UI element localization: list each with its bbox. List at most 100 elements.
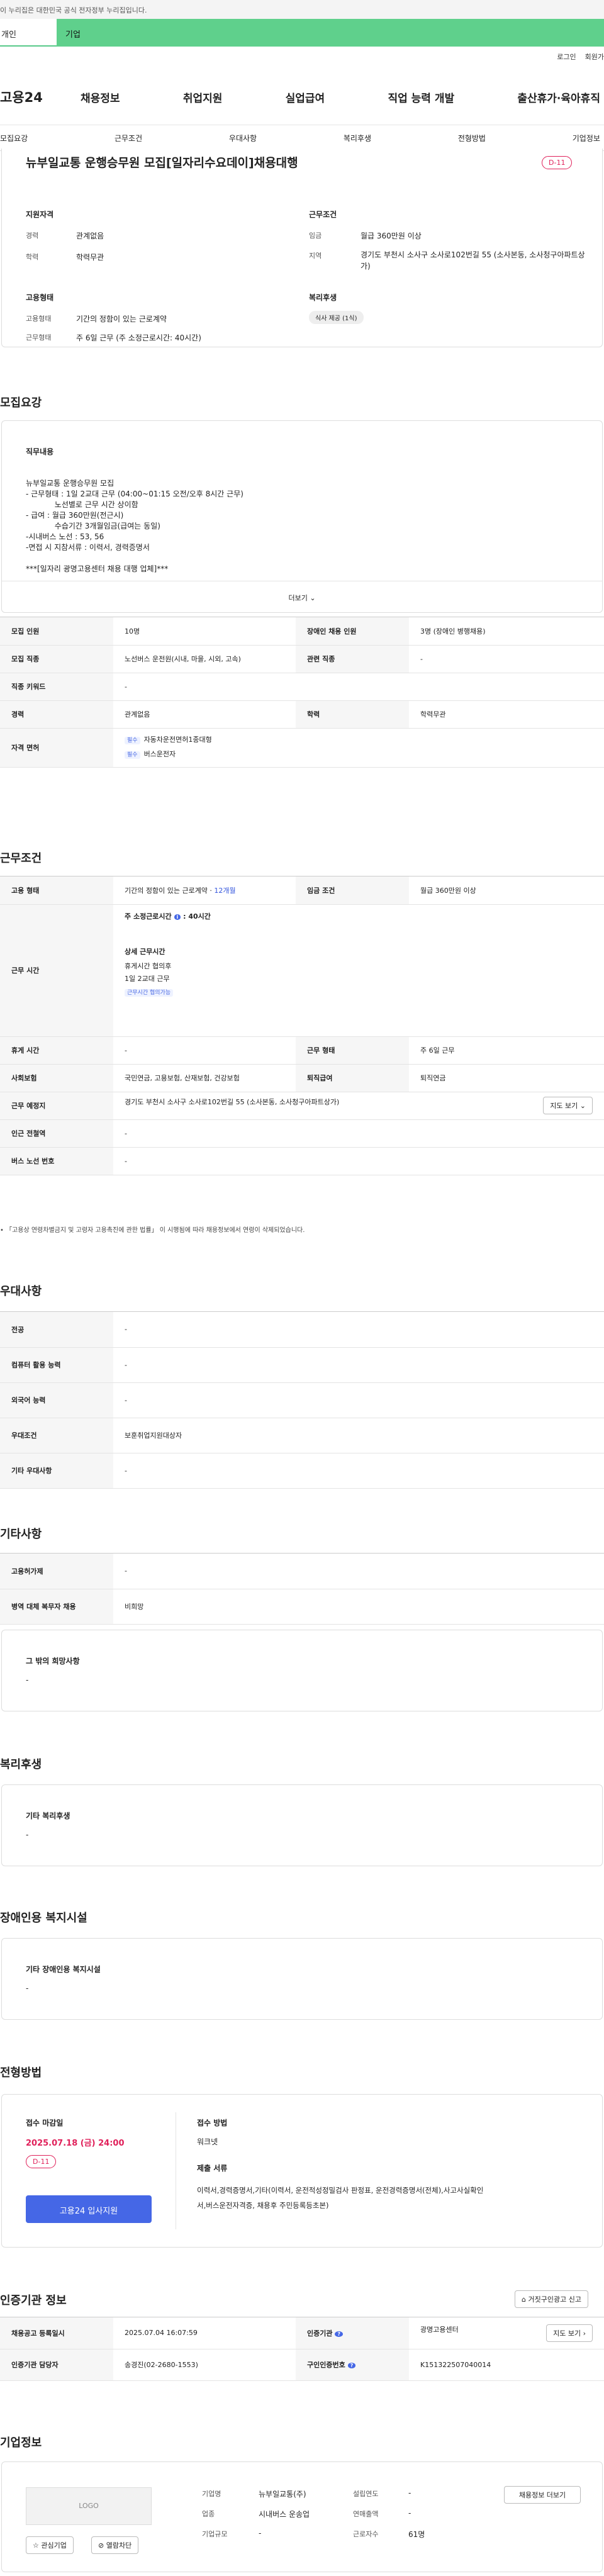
duty-line — [26, 553, 243, 564]
nav-item-unemployment-benefit[interactable]: 실업급여 — [286, 89, 325, 105]
duty-line: ***[일자리 광명고용센터 채용 대행 업체]*** — [26, 564, 169, 573]
other-wish-value: - — [26, 1676, 29, 1684]
more-button[interactable]: 더보기 ⌄ — [2, 581, 602, 612]
snb-recruit[interactable]: 모집요강 — [0, 133, 28, 150]
age-notice-text: 「고용상 연령차별금지 및 고령자 고용촉진에 관한 법률」 이 시행됨에 따라… — [6, 1227, 305, 1234]
snb-prefer[interactable]: 우대사항 — [229, 133, 257, 150]
company-section-title: 기업정보 — [0, 2436, 42, 2450]
hours-head-label: 주 소정근로시간 — [125, 912, 172, 921]
table-row: 채용공고 등록일시 2025.07.04 16:07:59 인증기관 ? 광명고용센터… — [0, 2317, 604, 2349]
emptype-label: 고용형태 — [26, 315, 52, 323]
recruit-table-wrap: 모집 인원 10명 장애인 채용 인원 3명 (장애인 병행채용) 모집 직종 노선버스… — [0, 617, 604, 768]
info-icon[interactable]: ? — [347, 2363, 356, 2368]
table-header: 자격 면허 — [0, 728, 113, 768]
company-logo: LOGO — [26, 2487, 152, 2525]
nav-item-employment-support[interactable]: 취업지원 — [183, 89, 223, 105]
table-header: 버스 노선 번호 — [0, 1147, 113, 1175]
duty-line: -시내버스 노선 : 53, 56 — [26, 532, 104, 541]
nav-item-jobs[interactable]: 채용정보 — [81, 89, 120, 105]
table-cell: 광명고용센터 지도 보기 › — [409, 2317, 604, 2349]
name-value: 뉴부일교통(주) — [259, 2490, 306, 2499]
size-value: - — [259, 2529, 262, 2538]
table-row: 인증기관 담당자 송경진(02-2680-1553) 구인인증번호 ? K151322… — [0, 2349, 604, 2381]
main-menu: 채용정보 취업지원 실업급여 직업 능력 개발 출산휴가·육아휴직 — [81, 89, 604, 105]
table-row: 근무 예정지 경기도 부천시 소사구 소사로102번길 55 (소사본동, 소사청… — [0, 1092, 604, 1120]
duty-card: 직무내용 뉴부일교통 운행승무원 모집 - 근무형태 : 1일 2교대 근무 (0… — [1, 420, 603, 613]
table-row: 경력 관계없음 학력 학력무관 — [0, 700, 604, 729]
table-cell: - — [113, 1554, 604, 1589]
dday-badge: D-11 — [542, 156, 573, 169]
docs-title: 제출 서류 — [197, 2164, 228, 2173]
table-row: 고용허가제 - — [0, 1554, 604, 1589]
company-card: LOGO ☆ 관심기업 ⊘ 열람차단 기업명 뉴부일교통(주) 업종 시내버스 … — [1, 2461, 603, 2572]
work-section-title: 근무조건 — [0, 852, 42, 865]
table-row: 휴게 시간 - 근무 형태 주 6일 근무 — [0, 1036, 604, 1065]
table-header: 학력 — [296, 700, 409, 729]
place-cell: 경기도 부천시 소사구 소사로102번길 55 (소사본동, 소사청구아파트상가… — [113, 1092, 604, 1120]
hours-head: 주 소정근로시간 i : 40시간 — [125, 912, 211, 921]
method-value: 워크넷 — [197, 2137, 218, 2146]
sales-value: - — [408, 2509, 411, 2517]
favorite-company-button[interactable]: ☆ 관심기업 — [26, 2536, 74, 2554]
table-header: 우대조건 — [0, 1418, 113, 1453]
block-button[interactable]: ⊘ 열람차단 — [91, 2536, 139, 2554]
report-button[interactable]: ⌂ 거짓구인광고 신고 — [515, 2290, 588, 2308]
table-cell: 기간의 정함이 있는 근로계약 · 12개월 — [113, 876, 296, 905]
snb-company[interactable]: 기업정보 — [573, 133, 600, 150]
snb-welfare[interactable]: 복리후생 — [344, 133, 371, 150]
apply-button[interactable]: 고용24 입사지원 — [26, 2195, 152, 2223]
more-label: 더보기 — [288, 594, 308, 602]
emp-value: 기간의 정함이 있는 근로계약 · — [125, 886, 215, 895]
table-row: 우대조건 보훈취업지원대상자 — [0, 1418, 604, 1453]
info-icon[interactable]: i — [174, 914, 181, 920]
place-value: 경기도 부천시 소사구 소사로102번길 55 (소사본동, 소사청구아파트상가… — [125, 1098, 340, 1106]
tab-company[interactable]: 기업 — [57, 19, 604, 47]
login-link[interactable]: 로그인 — [557, 52, 576, 62]
table-header: 퇴직급여 — [296, 1064, 409, 1092]
duty-line: -면접 시 지참서류 : 이력서, 경력증명서 — [26, 543, 150, 552]
duty-line: 노선별로 근무 시간 상이함 — [26, 500, 138, 509]
tab-personal[interactable]: 개인 — [0, 19, 57, 47]
table-header: 모집 인원 — [0, 617, 113, 646]
table-header: 경력 — [0, 700, 113, 729]
info-icon[interactable]: ? — [335, 2331, 343, 2337]
table-row: 컴퓨터 활용 능력 - — [0, 1347, 604, 1383]
gov-banner: 이 누리집은 대한민국 공식 전자정부 누리집입니다. — [0, 0, 604, 19]
etc-table-wrap: 고용허가제 - 병역 대체 복무자 채용 비희망 — [0, 1553, 604, 1625]
selection-section-title: 전형방법 — [0, 2066, 42, 2080]
site-logo[interactable]: 고용24 — [0, 87, 81, 106]
table-header: 구인인증번호 ? — [296, 2349, 409, 2381]
etc-table: 고용허가제 - 병역 대체 복무자 채용 비희망 — [0, 1554, 604, 1625]
org-label: 인증기관 — [307, 2329, 333, 2338]
table-row: 인근 전철역 - — [0, 1119, 604, 1148]
table-cell: - — [113, 1382, 604, 1418]
table-cell: 학력무관 — [409, 700, 604, 729]
recruit-section-title: 모집요강 — [0, 396, 42, 410]
table-row: 병역 대체 복무자 채용 비희망 — [0, 1589, 604, 1625]
selection-card: 접수 마감일 2025.07.18 (금) 24:00 D-11 고용24 입사… — [1, 2094, 603, 2248]
welfare-box-value: - — [26, 1830, 29, 1839]
table-cell: 퇴직연금 — [409, 1064, 604, 1092]
table-cell: 국민연금, 고용보험, 산재보험, 건강보험 — [113, 1064, 296, 1092]
docs-line: 서,버스운전자격증, 채용후 주민등록등초본) — [197, 2201, 329, 2210]
table-cell: 3명 (장애인 병행채용) — [409, 617, 604, 646]
wage-label: 임금 — [309, 232, 322, 240]
hours-cell: 주 소정근로시간 i : 40시간 상세 근무시간 휴게시간 협의후 1일 2교… — [113, 904, 604, 1037]
worktype-label: 근무형태 — [26, 333, 52, 342]
snb-selection[interactable]: 전형방법 — [458, 133, 486, 150]
company-jobs-button[interactable]: 채용정보 더보기 — [504, 2486, 581, 2504]
nav-item-leave[interactable]: 출산휴가·육아휴직 — [517, 89, 600, 105]
snb-work[interactable]: 근무조건 — [115, 133, 142, 150]
table-row: 모집 직종 노선버스 운전원(시내, 마을, 시외, 고속) 관련 직종 - — [0, 645, 604, 673]
nav-item-training[interactable]: 직업 능력 개발 — [388, 89, 454, 105]
prefer-table: 전공 - 컴퓨터 활용 능력 - 외국어 능력 - 우대조건 보훈취업지원대상자 기타 … — [0, 1312, 604, 1489]
block-icon: ⊘ — [98, 2541, 104, 2550]
required-tag: 필수 — [125, 737, 140, 744]
join-link[interactable]: 회원가 — [585, 52, 604, 62]
map-button[interactable]: 지도 보기 ⌄ — [543, 1097, 593, 1114]
table-header: 전공 — [0, 1312, 113, 1348]
agency-map-button[interactable]: 지도 보기 › — [546, 2324, 593, 2342]
edu-value: 학력무관 — [76, 253, 104, 262]
table-header: 컴퓨터 활용 능력 — [0, 1347, 113, 1383]
gov-banner-text: 이 누리집은 대한민국 공식 전자정부 누리집입니다. — [0, 6, 147, 14]
